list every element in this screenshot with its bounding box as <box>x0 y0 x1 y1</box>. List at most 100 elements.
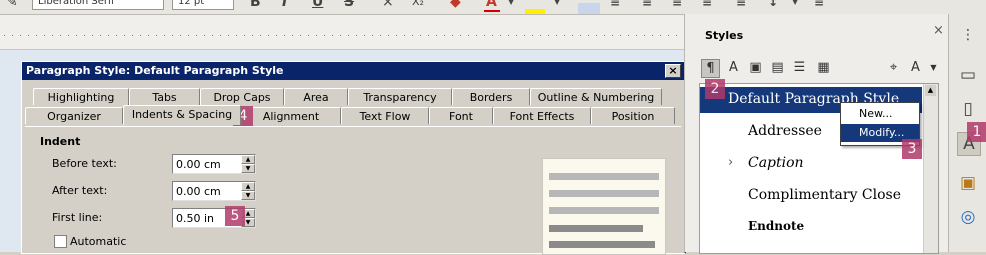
tab-tabs[interactable]: Tabs <box>129 88 200 105</box>
horizontal-ruler[interactable] <box>0 15 684 50</box>
ruler-tick <box>636 35 637 36</box>
tab-drop-caps[interactable]: Drop Caps <box>200 88 284 105</box>
tab-indents-spacing[interactable]: Indents & Spacing <box>123 105 241 125</box>
line-spacing-icon[interactable]: ↕ <box>768 0 778 10</box>
underline-button[interactable]: U <box>312 0 323 10</box>
paragraph-styles-icon[interactable]: ¶ <box>701 59 720 78</box>
ruler-tick <box>76 35 77 36</box>
expand-chevron-icon[interactable]: › <box>728 155 733 170</box>
step-badge-2: 2 <box>705 79 725 99</box>
spin-up-icon[interactable]: ▲ <box>241 155 255 164</box>
ruler-tick <box>308 35 309 36</box>
tab-highlighting[interactable]: Highlighting <box>33 88 129 105</box>
eraser-icon[interactable]: ◆ <box>450 0 461 10</box>
fill-format-mode-icon[interactable]: ⌖ <box>885 59 902 76</box>
style-item-addressee[interactable]: Addressee <box>748 123 822 139</box>
spin-up-icon[interactable]: ▲ <box>241 182 255 191</box>
sidebar-close-button[interactable]: × <box>933 23 944 38</box>
ruler-tick <box>116 35 117 36</box>
gallery-deck-icon[interactable]: ▣ <box>957 172 979 194</box>
tab-area[interactable]: Area <box>284 88 348 105</box>
style-actions-icon[interactable]: A <box>907 59 924 76</box>
ruler-tick <box>492 35 493 36</box>
tab-transparency[interactable]: Transparency <box>348 88 452 105</box>
clear-formatting-button[interactable]: × <box>382 0 394 10</box>
ruler-tick <box>124 35 125 36</box>
subscript-button[interactable]: X₂ <box>412 0 424 10</box>
italic-button[interactable]: I <box>282 0 287 10</box>
ruler-tick <box>316 35 317 36</box>
tab-outline-numbering[interactable]: Outline & Numbering <box>530 88 662 105</box>
strikethrough-button[interactable]: S <box>344 0 354 10</box>
ruler-tick <box>676 35 677 36</box>
properties-deck-icon[interactable]: ▭ <box>957 64 979 86</box>
ruler-tick <box>620 35 621 36</box>
style-item-complimentary-close[interactable]: Complimentary Close <box>748 187 901 203</box>
menu-item-new[interactable]: New... <box>841 105 919 123</box>
tab-position[interactable]: Position <box>591 107 675 124</box>
ruler-tick <box>388 35 389 36</box>
tab-organizer[interactable]: Organizer <box>25 107 123 124</box>
sidebar-menu-icon[interactable]: ⋮ <box>957 24 979 46</box>
clone-formatting-icon[interactable]: ✎ <box>6 0 18 10</box>
tab-text-flow[interactable]: Text Flow <box>341 107 429 124</box>
tab-borders[interactable]: Borders <box>452 88 530 105</box>
ruler-tick <box>484 35 485 36</box>
font-size-box[interactable]: 12 pt <box>172 0 234 10</box>
character-styles-icon[interactable]: A <box>725 59 742 76</box>
bold-button[interactable]: B <box>250 0 261 10</box>
ruler-tick <box>404 35 405 36</box>
preview-line <box>549 190 659 197</box>
font-color-dropdown-icon[interactable]: ▼ <box>508 0 514 10</box>
page-deck-icon[interactable]: ▯ <box>957 98 979 120</box>
ruler-tick <box>524 35 525 36</box>
increase-indent-icon[interactable]: ≡ <box>736 0 746 10</box>
align-right-icon[interactable]: ≡ <box>642 0 652 10</box>
ruler-tick <box>412 35 413 36</box>
spin-down-icon[interactable]: ▼ <box>241 164 255 173</box>
ruler-tick <box>612 35 613 36</box>
align-left-icon[interactable] <box>578 3 600 14</box>
ruler-tick <box>436 35 437 36</box>
font-name-box[interactable]: Liberation Serif <box>32 0 164 10</box>
before-text-field[interactable]: 0.00 cm ▲ ▼ <box>172 154 256 174</box>
scroll-up-icon[interactable]: ▲ <box>925 85 936 96</box>
font-color-icon[interactable]: A <box>486 0 497 10</box>
line-spacing-dropdown-icon[interactable]: ▼ <box>792 0 798 10</box>
tab-alignment[interactable]: Alignment <box>241 107 341 124</box>
after-text-field[interactable]: 0.00 cm ▲ ▼ <box>172 181 256 201</box>
list-styles-icon[interactable]: ☰ <box>791 59 808 76</box>
ruler-tick <box>548 35 549 36</box>
style-item-endnote[interactable]: Endnote <box>748 219 804 233</box>
automatic-checkbox[interactable] <box>54 235 67 248</box>
align-center-icon[interactable]: ≡ <box>610 0 620 10</box>
before-text-label: Before text: <box>52 157 117 170</box>
page-styles-icon[interactable]: ▤ <box>769 59 786 76</box>
tab-font[interactable]: Font <box>429 107 493 124</box>
ruler-tick <box>220 35 221 36</box>
ruler-tick <box>596 35 597 36</box>
ruler-tick <box>252 35 253 36</box>
dialog-titlebar[interactable]: Paragraph Style: Default Paragraph Style… <box>22 62 685 80</box>
ruler-tick <box>540 35 541 36</box>
spin-down-icon[interactable]: ▼ <box>241 191 255 200</box>
style-actions-dropdown-icon[interactable]: ▼ <box>925 59 942 76</box>
ruler-tick <box>100 35 101 36</box>
highlight-color-icon[interactable] <box>525 9 545 14</box>
preview-line <box>549 173 659 180</box>
table-styles-icon[interactable]: ▦ <box>815 59 832 76</box>
justify-icon[interactable]: ≡ <box>672 0 682 10</box>
style-item-caption[interactable]: Caption <box>748 155 804 171</box>
decrease-indent-icon[interactable]: ≡ <box>702 0 712 10</box>
ruler-tick <box>572 35 573 36</box>
navigator-deck-icon[interactable]: ◎ <box>957 206 979 228</box>
ruler-tick <box>372 35 373 36</box>
highlight-dropdown-icon[interactable]: ▼ <box>554 0 560 10</box>
style-list-scrollbar[interactable]: ▲ <box>923 84 938 253</box>
dialog-close-button[interactable]: × <box>665 64 681 78</box>
ruler-tick <box>4 35 5 36</box>
ruler-tick <box>228 35 229 36</box>
paragraph-spacing-icon[interactable]: ≡ <box>814 0 824 10</box>
tab-font-effects[interactable]: Font Effects <box>493 107 591 124</box>
frame-styles-icon[interactable]: ▣ <box>747 59 764 76</box>
